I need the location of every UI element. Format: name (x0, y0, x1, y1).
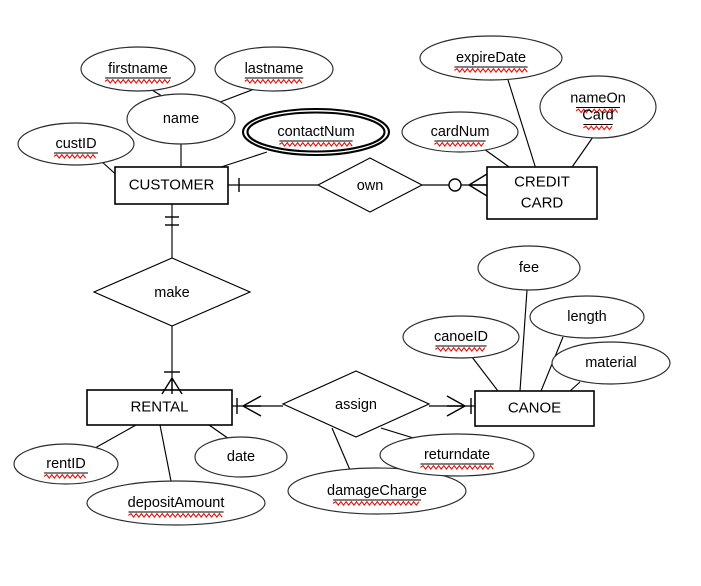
attribute-label-name: name (163, 111, 199, 127)
entity-label-rental: RENTAL (130, 398, 188, 415)
relationship-label-make: make (154, 285, 189, 301)
entity-customer[interactable]: CUSTOMER (114, 166, 229, 205)
attribute-expiredate[interactable]: expireDate (419, 35, 563, 81)
attribute-label-date: date (227, 449, 255, 465)
relationship-label-assign: assign (335, 397, 377, 413)
attribute-label-returndate: returndate (424, 447, 490, 463)
attribute-returndate[interactable]: returndate (379, 433, 535, 477)
er-diagram-svg: own make assign firstname lastname name custI… (0, 0, 701, 586)
attribute-length[interactable]: length (529, 295, 645, 339)
relationship-label-own: own (357, 178, 384, 194)
attribute-rentid[interactable]: rentID (13, 443, 119, 485)
attribute-label-rentid: rentID (46, 456, 86, 472)
attribute-fee[interactable]: fee (477, 245, 581, 291)
attribute-label-fee: fee (519, 260, 539, 276)
entity-rental[interactable]: RENTAL (86, 389, 233, 426)
attribute-label-damagecharge: damageCharge (327, 483, 427, 499)
attribute-material[interactable]: material (551, 341, 671, 385)
attribute-contactnum[interactable]: contactNum (241, 107, 391, 157)
attribute-label-length: length (567, 309, 607, 325)
attribute-label-nameoncard-line2: Card (582, 107, 613, 123)
attribute-label-cardnum: cardNum (431, 124, 490, 140)
attribute-label-material: material (585, 355, 637, 371)
attribute-name[interactable]: name (126, 93, 236, 145)
attribute-label-contactnum: contactNum (277, 124, 354, 140)
attribute-nameoncard[interactable]: nameOnCard (539, 75, 657, 139)
attribute-label-lastname: lastname (245, 61, 304, 77)
attribute-label-canoeid: canoeID (434, 329, 488, 345)
attribute-lastname[interactable]: lastname (214, 46, 334, 92)
entity-credit_card[interactable]: CREDIT CARD (486, 166, 598, 220)
attribute-label-firstname: firstname (108, 61, 168, 77)
entity-label-customer: CUSTOMER (129, 176, 215, 193)
attribute-label-depositamount: depositAmount (128, 495, 225, 511)
entity-label-canoe: CANOE (508, 399, 561, 416)
attribute-canoeid[interactable]: canoeID (402, 315, 520, 359)
attribute-depositamount[interactable]: depositAmount (86, 480, 266, 526)
attribute-label-nameoncard-line1: nameOn (570, 90, 626, 106)
attribute-date[interactable]: date (194, 436, 288, 478)
attribute-cardnum[interactable]: cardNum (401, 111, 519, 153)
marker-optional-circle (448, 178, 462, 192)
attribute-firstname[interactable]: firstname (80, 46, 196, 92)
er-diagram-canvas: own make assign firstname lastname name custI… (0, 0, 701, 586)
attribute-label-expiredate: expireDate (456, 50, 526, 66)
entity-label-credit_card-line2: CARD (521, 194, 564, 211)
attribute-label-custid: custID (55, 136, 96, 152)
entity-label-credit_card-line1: CREDIT (514, 173, 570, 190)
attribute-custid[interactable]: custID (17, 122, 135, 166)
entity-canoe[interactable]: CANOE (474, 390, 595, 427)
